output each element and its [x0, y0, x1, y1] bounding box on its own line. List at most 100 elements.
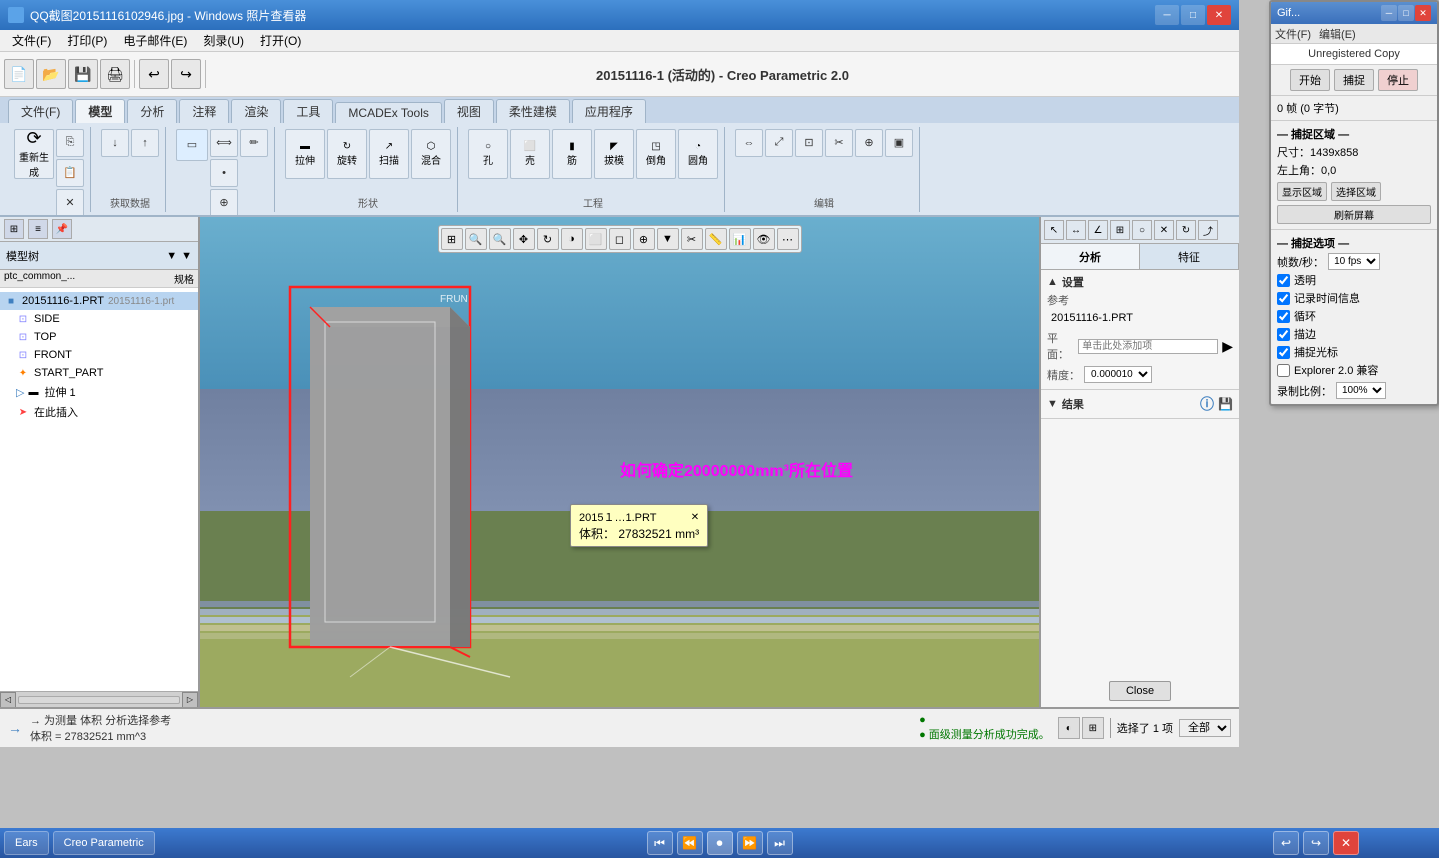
gif-window-controls[interactable]: ─ □ ✕ [1381, 5, 1431, 21]
results-header[interactable]: ▼ 结果 ⓘ 💾 [1047, 394, 1233, 414]
menu-file[interactable]: 文件(F) [4, 30, 59, 51]
gif-start-btn[interactable]: 开始 [1290, 69, 1330, 91]
toolbar-redo[interactable]: ↪ [171, 59, 201, 89]
tree-filter-icon[interactable]: ▼ [181, 250, 192, 262]
plane-input[interactable] [1078, 339, 1218, 354]
tab-tools[interactable]: 工具 [283, 99, 333, 123]
panel-icon-export[interactable]: ⤴ [1198, 220, 1218, 240]
tab-analysis[interactable]: 分析 [127, 99, 177, 123]
vp-pan[interactable]: ✥ [513, 228, 535, 250]
panel-icon-circle[interactable]: ○ [1132, 220, 1152, 240]
vp-wireframe[interactable]: ⬜ [585, 228, 607, 250]
results-info-icon[interactable]: ⓘ [1200, 394, 1214, 414]
vp-more[interactable]: ⋯ [777, 228, 799, 250]
bottom-icon1[interactable]: ◐ [1058, 717, 1080, 739]
toolbar-undo[interactable]: ↩ [139, 59, 169, 89]
nav-forward-btn[interactable]: ↪ [1303, 831, 1329, 855]
tree-settings-icon[interactable]: ▼ [166, 250, 177, 262]
tab-view[interactable]: 视图 [444, 99, 494, 123]
vp-view-list[interactable]: ▼ [657, 228, 679, 250]
csys-btn[interactable]: ⊕ [210, 189, 238, 216]
tree-front-item[interactable]: ⊡ FRONT [0, 346, 198, 364]
gif-display-area-btn[interactable]: 显示区域 [1277, 182, 1327, 201]
sketch-btn[interactable]: ✏ [240, 129, 268, 157]
tab-flex[interactable]: 柔性建模 [496, 99, 570, 123]
tab-mcadex[interactable]: MCADEx Tools [335, 102, 441, 123]
panel-icon-refresh[interactable]: ↻ [1176, 220, 1196, 240]
panel-icon-measure[interactable]: ↔ [1066, 220, 1086, 240]
minimize-button[interactable]: ─ [1155, 5, 1179, 25]
hole-btn[interactable]: ○孔 [468, 129, 508, 179]
shell-btn[interactable]: ⬜売 [510, 129, 550, 179]
panel-icon-area[interactable]: ⊞ [1110, 220, 1130, 240]
close-panel-btn[interactable]: Close [1109, 681, 1171, 701]
player-back[interactable]: ⏪ [677, 831, 703, 855]
vp-analysis[interactable]: 📊 [729, 228, 751, 250]
regenerate-btn[interactable]: ⟳重新生成 [14, 129, 54, 179]
explorer-compat-checkbox[interactable] [1277, 364, 1290, 377]
results-save-icon[interactable]: 💾 [1218, 397, 1233, 411]
tab-apps[interactable]: 应用程序 [572, 99, 646, 123]
gif-menu-edit[interactable]: 编辑(E) [1319, 26, 1356, 42]
player-next[interactable]: ⏭ [767, 831, 793, 855]
tree-pin-icon[interactable]: 📌 [52, 219, 72, 239]
toolbar-new[interactable]: 📄 [4, 59, 34, 89]
toolbar-print[interactable]: 🖨 [100, 59, 130, 89]
vp-clip[interactable]: ✂ [681, 228, 703, 250]
vp-measure[interactable]: 📏 [705, 228, 727, 250]
taskbar-item-cad[interactable]: Creo Parametric [53, 831, 155, 855]
plane-btn[interactable]: ▭ [176, 129, 208, 161]
export-btn[interactable]: ↑ [131, 129, 159, 157]
point-btn[interactable]: • [210, 159, 238, 187]
scroll-right-btn[interactable]: ▷ [182, 692, 198, 708]
scroll-track[interactable] [18, 696, 180, 704]
player-play[interactable]: ⏺ [707, 831, 733, 855]
plane-expand-btn[interactable]: ▶ [1222, 338, 1233, 355]
settings-header[interactable]: ▲ 设置 [1047, 274, 1233, 290]
gif-menu-file[interactable]: 文件(F) [1275, 26, 1311, 42]
union-btn[interactable]: ⊕ [855, 129, 883, 157]
vp-orient[interactable]: ⊕ [633, 228, 655, 250]
nav-close-btn[interactable]: ✕ [1333, 831, 1359, 855]
filter-select[interactable]: 全部 几何 特征 [1179, 719, 1231, 737]
revolve-btn[interactable]: ↻旋转 [327, 129, 367, 179]
menu-email[interactable]: 电子邮件(E) [115, 30, 195, 51]
round-btn[interactable]: ◔圆角 [678, 129, 718, 179]
panel-icon-delete[interactable]: ✕ [1154, 220, 1174, 240]
tab-render[interactable]: 渲染 [231, 99, 281, 123]
gif-stop-btn[interactable]: 停止 [1378, 69, 1418, 91]
close-button[interactable]: ✕ [1207, 5, 1231, 25]
menu-print[interactable]: 打印(P) [59, 30, 115, 51]
capture-cursor-checkbox[interactable] [1277, 346, 1290, 359]
tree-view-icon[interactable]: ⊞ [4, 219, 24, 239]
scroll-left-btn[interactable]: ◁ [0, 692, 16, 708]
tab-annotation[interactable]: 注释 [179, 99, 229, 123]
offset-btn[interactable]: ⤢ [765, 129, 793, 157]
precision-select[interactable]: 0.000010 0.000100 0.001000 [1084, 366, 1152, 383]
nav-back-btn[interactable]: ↩ [1273, 831, 1299, 855]
window-controls[interactable]: ─ □ ✕ [1155, 5, 1231, 25]
menu-open[interactable]: 打开(O) [252, 30, 309, 51]
bottom-icon2[interactable]: ⊞ [1082, 717, 1104, 739]
toolbar-save[interactable]: 💾 [68, 59, 98, 89]
gif-pause-btn[interactable]: 捕捉 [1334, 69, 1374, 91]
draft-btn[interactable]: ◤拔模 [594, 129, 634, 179]
border-checkbox[interactable] [1277, 328, 1290, 341]
copy-btn[interactable]: ⎘ [56, 129, 84, 157]
rib-btn[interactable]: ▮筋 [552, 129, 592, 179]
tree-startpart-item[interactable]: ✦ START_PART [0, 364, 198, 382]
gif-select-area-btn[interactable]: 选择区域 [1331, 182, 1381, 201]
tab-analysis[interactable]: 分析 [1041, 244, 1140, 269]
vp-zoom-in[interactable]: 🔍 [465, 228, 487, 250]
panel-icon-cursor[interactable]: ↖ [1044, 220, 1064, 240]
vp-display[interactable]: 👁 [753, 228, 775, 250]
tree-side-item[interactable]: ⊡ SIDE [0, 310, 198, 328]
tree-list-icon[interactable]: ≡ [28, 219, 48, 239]
vp-zoom-fit[interactable]: ⊞ [441, 228, 463, 250]
tab-file[interactable]: 文件(F) [8, 99, 73, 123]
toolbar-open[interactable]: 📂 [36, 59, 66, 89]
loop-checkbox[interactable] [1277, 310, 1290, 323]
tree-root-item[interactable]: ■ 20151116-1.PRT 20151116-1.prt [0, 292, 198, 310]
expand-icon[interactable]: ▷ [16, 386, 24, 399]
fps-select[interactable]: 10 fps 15 fps 24 fps [1328, 253, 1380, 270]
